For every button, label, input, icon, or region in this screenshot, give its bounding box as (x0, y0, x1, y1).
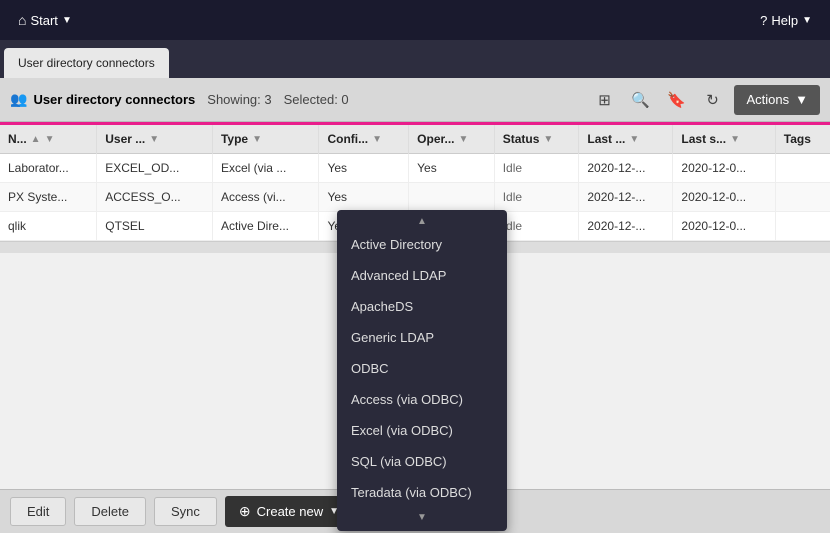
dropdown-item-excel-odbc[interactable]: Excel (via ODBC) (337, 415, 507, 446)
grid-view-button[interactable]: ⊞ (590, 86, 618, 114)
dropdown-arrow-down: ▼ (337, 508, 507, 527)
dropdown-item-odbc[interactable]: ODBC (337, 353, 507, 384)
table-cell: 2020-12-... (579, 212, 673, 241)
filter-config-icon[interactable]: ▼ (372, 134, 382, 145)
start-label: Start (30, 13, 57, 28)
delete-label: Delete (91, 504, 129, 519)
create-new-label: Create new (257, 504, 323, 519)
delete-button[interactable]: Delete (74, 497, 146, 526)
help-chevron-icon: ▼ (802, 15, 812, 26)
toolbar-title-group: 👥 User directory connectors (10, 91, 195, 108)
toolbar-showing: Showing: 3 (207, 92, 271, 107)
actions-label: Actions (746, 92, 789, 107)
col-config[interactable]: Confi... ▼ (319, 125, 409, 154)
filter-status-icon[interactable]: ▼ (543, 134, 553, 145)
dropdown-item-sql-odbc[interactable]: SQL (via ODBC) (337, 446, 507, 477)
filter-oper-icon[interactable]: ▼ (459, 134, 469, 145)
sync-label: Sync (171, 504, 200, 519)
col-type[interactable]: Type ▼ (212, 125, 319, 154)
search-button[interactable]: 🔍 (626, 86, 654, 114)
dropdown-item-generic-ldap[interactable]: Generic LDAP (337, 322, 507, 353)
table-cell: 2020-12-0... (673, 212, 775, 241)
filter-lasts-icon[interactable]: ▼ (730, 134, 740, 145)
help-icon: ? (760, 13, 767, 28)
home-icon: ⌂ (18, 12, 26, 28)
actions-chevron-icon: ▼ (795, 92, 808, 107)
col-lasts[interactable]: Last s... ▼ (673, 125, 775, 154)
plus-icon: ⊕ (239, 503, 251, 520)
col-tags[interactable]: Tags (775, 125, 830, 154)
table-cell (775, 154, 830, 183)
table-cell: Laborator... (0, 154, 97, 183)
table-cell (775, 183, 830, 212)
table-cell: Access (vi... (212, 183, 319, 212)
table-cell: QTSEL (97, 212, 213, 241)
table-cell (775, 212, 830, 241)
filter-name-icon[interactable]: ▼ (45, 134, 55, 145)
table-row[interactable]: PX Syste...ACCESS_O...Access (vi...Yes Id… (0, 183, 830, 212)
filter-user-icon[interactable]: ▼ (149, 134, 159, 145)
table-cell: 2020-12-... (579, 183, 673, 212)
table-cell: Yes (319, 183, 409, 212)
refresh-button[interactable]: ↻ (698, 86, 726, 114)
tab-user-directory-connectors[interactable]: User directory connectors (4, 48, 169, 78)
help-label: Help (771, 13, 798, 28)
sync-button[interactable]: Sync (154, 497, 217, 526)
table-cell: PX Syste... (0, 183, 97, 212)
table-cell: 2020-12-0... (673, 154, 775, 183)
dropdown-item-advanced-ldap[interactable]: Advanced LDAP (337, 260, 507, 291)
top-navigation: ⌂ Start ▼ ? Help ▼ (0, 0, 830, 40)
table-cell: Yes (319, 154, 409, 183)
tab-label: User directory connectors (18, 56, 155, 70)
table-cell: Yes (409, 154, 495, 183)
filter-last-icon[interactable]: ▼ (629, 134, 639, 145)
actions-button[interactable]: Actions ▼ (734, 85, 820, 115)
dropdown-item-active-directory[interactable]: Active Directory (337, 229, 507, 260)
dropdown-item-teradata-odbc[interactable]: Teradata (via ODBC) (337, 477, 507, 508)
help-button[interactable]: ? Help ▼ (754, 9, 818, 32)
table-cell: Idle (494, 154, 579, 183)
table-cell: 2020-12-0... (673, 183, 775, 212)
table-cell (409, 183, 495, 212)
edit-label: Edit (27, 504, 49, 519)
toolbar: 👥 User directory connectors Showing: 3 S… (0, 78, 830, 122)
start-button[interactable]: ⌂ Start ▼ (12, 8, 78, 32)
tab-bar: User directory connectors (0, 40, 830, 78)
table-cell: Idle (494, 183, 579, 212)
col-name[interactable]: N... ▲ ▼ (0, 125, 97, 154)
edit-button[interactable]: Edit (10, 497, 66, 526)
create-new-button[interactable]: ⊕ Create new ▼ (225, 496, 353, 527)
table-cell: qlik (0, 212, 97, 241)
top-nav-left: ⌂ Start ▼ (12, 8, 78, 32)
col-oper[interactable]: Oper... ▼ (409, 125, 495, 154)
dropdown-item-apacheds[interactable]: ApacheDS (337, 291, 507, 322)
top-nav-right: ? Help ▼ (754, 9, 818, 32)
table-cell: EXCEL_OD... (97, 154, 213, 183)
start-chevron-icon: ▼ (62, 15, 72, 26)
dropdown-arrow-up: ▲ (337, 214, 507, 229)
table-row[interactable]: Laborator...EXCEL_OD...Excel (via ...Yes… (0, 154, 830, 183)
filter-type-icon[interactable]: ▼ (252, 134, 262, 145)
table-header-row: N... ▲ ▼ User ... ▼ Type ▼ (0, 125, 830, 154)
col-user[interactable]: User ... ▼ (97, 125, 213, 154)
col-status[interactable]: Status ▼ (494, 125, 579, 154)
table-cell: Excel (via ... (212, 154, 319, 183)
dropdown-item-access-odbc[interactable]: Access (via ODBC) (337, 384, 507, 415)
table-cell: ACCESS_O... (97, 183, 213, 212)
toolbar-title: User directory connectors (33, 92, 195, 107)
table-cell: Active Dire... (212, 212, 319, 241)
sort-name-icon: ▲ (31, 134, 41, 145)
bookmark-button[interactable]: 🔖 (662, 86, 690, 114)
users-icon: 👥 (10, 91, 27, 108)
table-cell: 2020-12-... (579, 154, 673, 183)
toolbar-selected: Selected: 0 (284, 92, 349, 107)
create-dropdown-menu: ▲ Active Directory Advanced LDAP ApacheD… (337, 210, 507, 531)
col-last[interactable]: Last ... ▼ (579, 125, 673, 154)
